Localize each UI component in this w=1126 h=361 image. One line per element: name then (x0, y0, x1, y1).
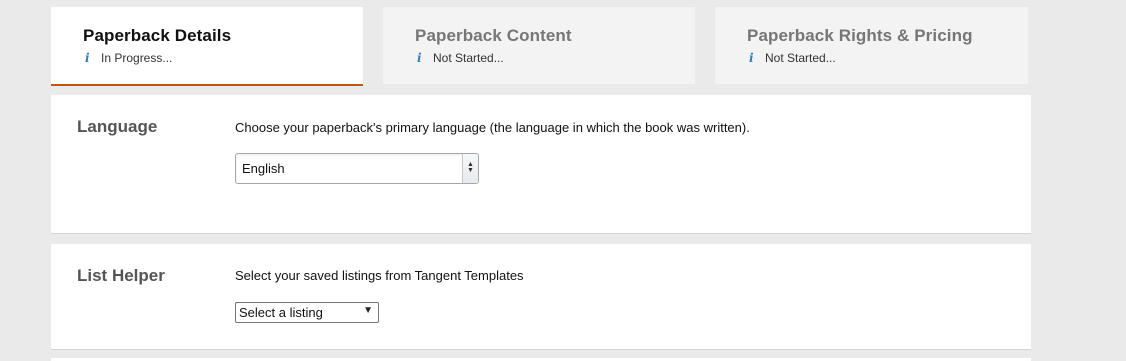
listing-select-value: Select a listing (239, 305, 323, 320)
tab-status-text: Not Started... (433, 51, 504, 65)
tab-title: Paperback Content (415, 26, 572, 45)
info-icon: i (417, 51, 422, 65)
tab-paperback-content[interactable]: Paperback Content i Not Started... (383, 7, 695, 84)
list-helper-title: List Helper (77, 266, 165, 285)
language-section: Language Choose your paperback's primary… (51, 95, 1031, 234)
tab-status: i Not Started... (415, 50, 695, 66)
list-helper-description: Select your saved listings from Tangent … (235, 268, 524, 283)
tab-status: i In Progress... (83, 50, 363, 66)
info-icon: i (749, 51, 754, 65)
tab-title: Paperback Details (83, 26, 232, 45)
tab-status-text: In Progress... (101, 51, 173, 65)
language-title: Language (77, 117, 158, 136)
info-icon: i (85, 51, 90, 65)
tab-status-text: Not Started... (765, 51, 836, 65)
listing-select[interactable]: Select a listing ▼ (235, 302, 379, 323)
tab-status: i Not Started... (747, 50, 1028, 66)
tab-title: Paperback Rights & Pricing (747, 26, 973, 45)
caret-down-icon: ▼ (363, 305, 373, 316)
language-select-value: English (242, 161, 285, 176)
list-helper-section: List Helper Select your saved listings f… (51, 244, 1031, 350)
tab-paperback-details[interactable]: Paperback Details i In Progress... (51, 7, 363, 86)
language-description: Choose your paperback's primary language… (235, 120, 750, 135)
tab-paperback-rights-pricing[interactable]: Paperback Rights & Pricing i Not Started… (715, 7, 1028, 84)
up-down-arrows-icon: ▲ ▼ (462, 154, 478, 183)
language-select[interactable]: English ▲ ▼ (235, 153, 479, 184)
